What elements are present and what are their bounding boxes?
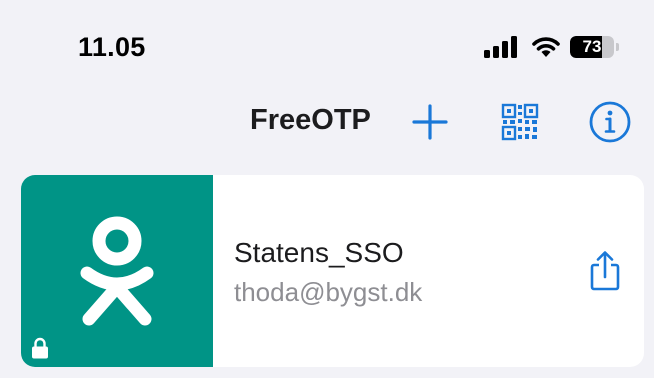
odnoklassniki-logo-icon: [80, 216, 154, 326]
freeotp-screen: 11.05 73 FreeOTP Statens_SSO thoda@bygst…: [0, 0, 654, 378]
battery-icon: 73: [570, 36, 620, 58]
share-button[interactable]: [585, 249, 625, 293]
battery-level: 73: [582, 37, 602, 56]
plus-icon: [412, 104, 448, 140]
status-bar: 11.05 73: [0, 0, 654, 90]
token-issuer: Statens_SSO: [234, 237, 404, 268]
status-time: 11.05: [78, 32, 146, 62]
info-icon: [589, 101, 631, 143]
battery-tip: [616, 43, 619, 51]
page-title: FreeOTP: [250, 104, 371, 136]
qr-code-icon: [501, 103, 539, 141]
lock-icon: [32, 337, 48, 359]
nav-bar: FreeOTP: [0, 90, 654, 154]
scan-qr-button[interactable]: [496, 98, 544, 146]
share-icon: [590, 251, 620, 291]
token-logo-area: [21, 175, 213, 367]
info-button[interactable]: [586, 98, 634, 146]
battery-body: 73: [570, 36, 614, 58]
token-account: thoda@bygst.dk: [234, 277, 423, 307]
token-card[interactable]: Statens_SSO thoda@bygst.dk: [21, 175, 644, 367]
add-token-button[interactable]: [406, 98, 454, 146]
wifi-icon: [531, 35, 561, 64]
cellular-signal-icon: [484, 36, 520, 63]
